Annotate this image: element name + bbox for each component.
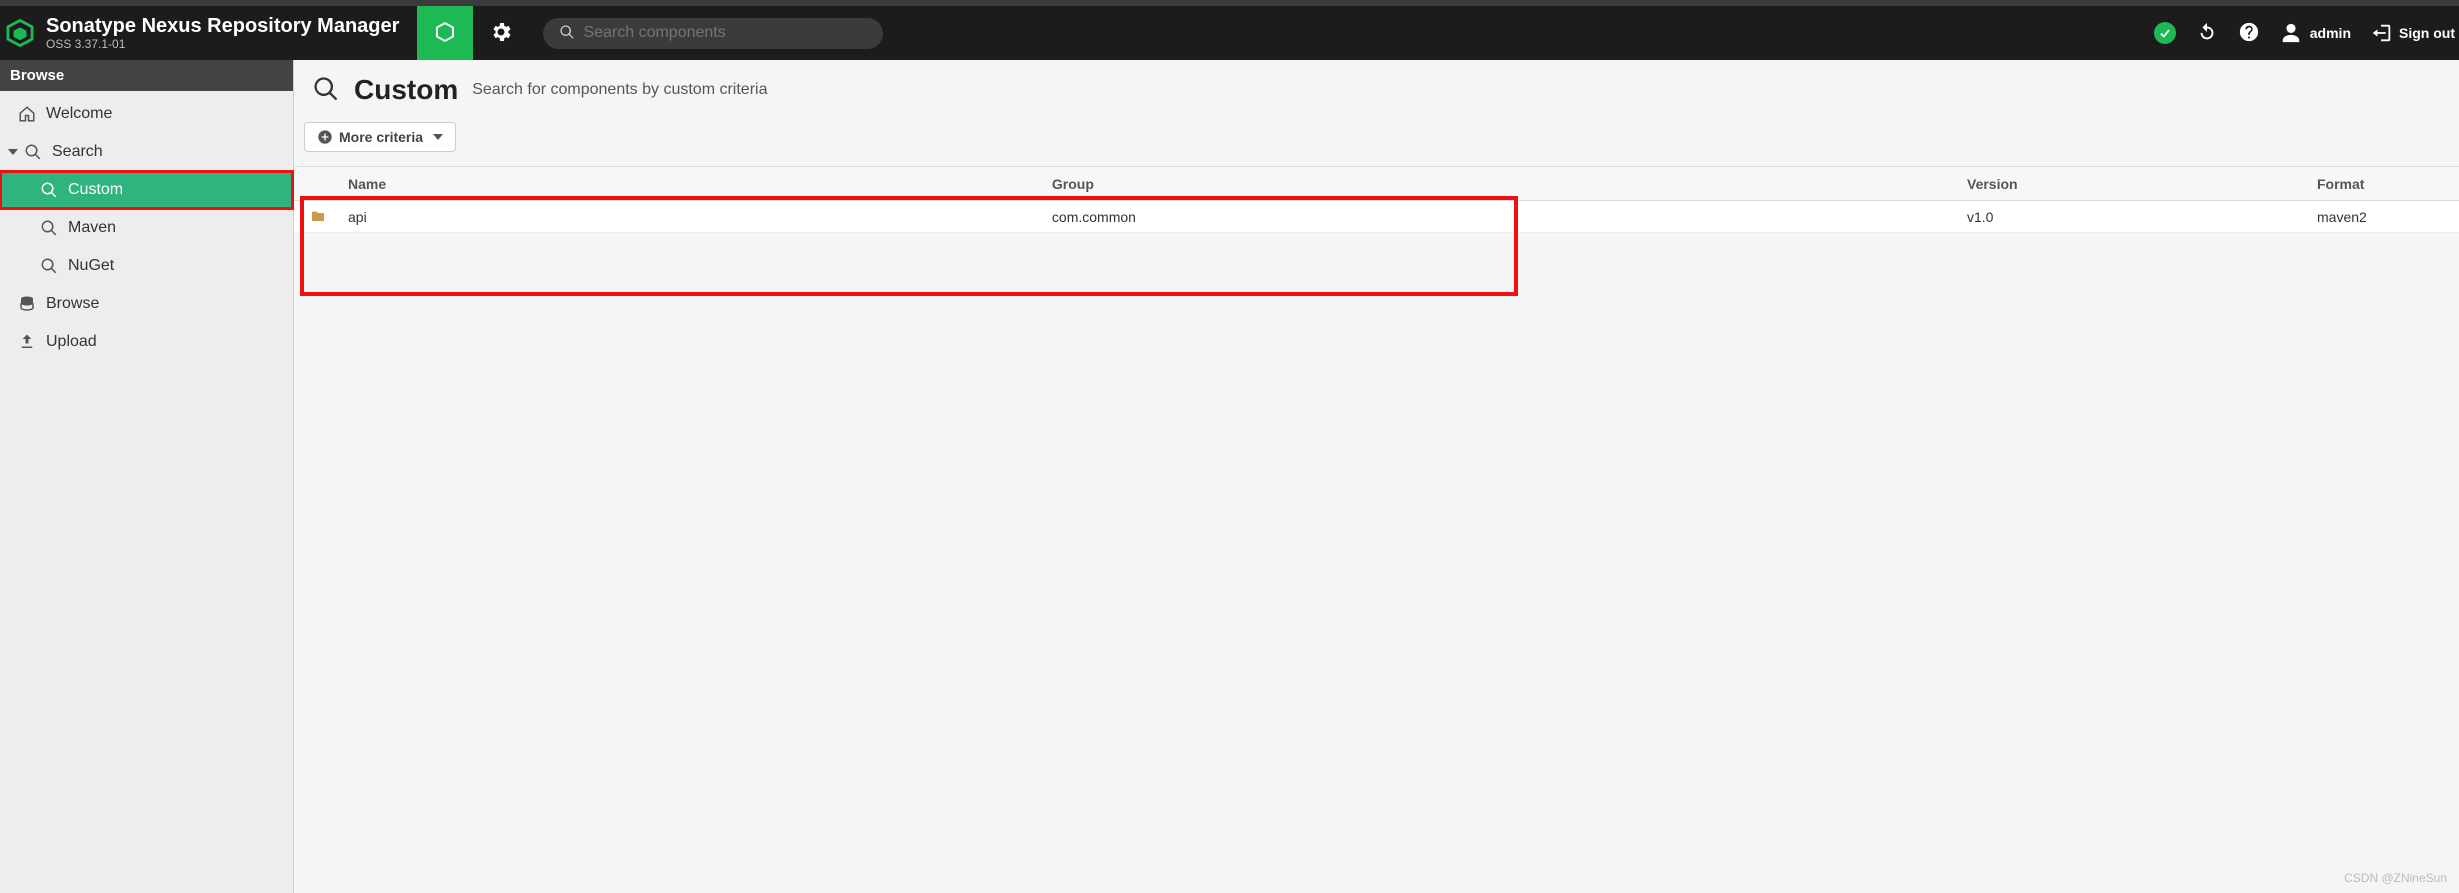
sidebar-item-browse[interactable]: Browse (0, 285, 293, 323)
brand: Sonatype Nexus Repository Manager OSS 3.… (0, 6, 417, 60)
user-menu[interactable]: admin (2280, 22, 2351, 44)
sidebar-item-search[interactable]: Search (0, 133, 293, 171)
gear-icon (489, 20, 513, 47)
more-criteria-button[interactable]: More criteria (304, 122, 456, 152)
database-icon (18, 295, 36, 313)
sidebar-item-custom[interactable]: Custom (0, 171, 293, 209)
cell-group: com.common (1044, 209, 1959, 225)
sidebar-item-label: NuGet (68, 257, 114, 275)
signout-label: Sign out (2399, 25, 2455, 41)
upload-icon (18, 333, 36, 351)
global-search-input[interactable] (583, 24, 867, 42)
user-icon (2280, 22, 2302, 44)
col-name[interactable]: Name (340, 176, 1044, 192)
sidebar-item-maven[interactable]: Maven (0, 209, 293, 247)
search-icon (40, 219, 58, 237)
page-title: Custom (354, 74, 458, 106)
component-icon (294, 209, 340, 225)
sidebar-item-label: Search (52, 143, 103, 161)
sidebar-item-label: Upload (46, 333, 97, 351)
global-search[interactable] (543, 18, 883, 49)
search-icon (312, 75, 340, 106)
cell-format: maven2 (2309, 209, 2459, 225)
app-header: Sonatype Nexus Repository Manager OSS 3.… (0, 0, 2459, 60)
caret-down-icon (8, 149, 18, 155)
sidebar-item-label: Browse (46, 295, 99, 313)
nav-browse-button[interactable] (417, 6, 473, 60)
search-icon (40, 257, 58, 275)
help-button[interactable] (2238, 21, 2260, 46)
results-table: Name Group Version Format api com.common… (294, 166, 2459, 233)
sidebar: Browse Welcome Search Custom Maven (0, 60, 294, 893)
app-title: Sonatype Nexus Repository Manager (46, 15, 399, 38)
plus-circle-icon (317, 129, 333, 145)
watermark: CSDN @ZNineSun (2344, 871, 2447, 885)
nav-admin-button[interactable] (473, 6, 529, 60)
home-icon (18, 105, 36, 123)
cube-icon (433, 20, 457, 47)
sidebar-item-label: Maven (68, 219, 116, 237)
search-icon (559, 24, 575, 43)
sidebar-item-label: Custom (68, 181, 123, 199)
search-icon (40, 181, 58, 199)
table-header: Name Group Version Format (294, 167, 2459, 201)
col-group[interactable]: Group (1044, 176, 1959, 192)
page-header: Custom Search for components by custom c… (294, 74, 2459, 122)
refresh-button[interactable] (2196, 21, 2218, 46)
nexus-logo-icon (6, 19, 34, 47)
app-version: OSS 3.37.1-01 (46, 38, 399, 52)
username-label: admin (2310, 25, 2351, 41)
sidebar-heading: Browse (0, 60, 293, 91)
main-content: Custom Search for components by custom c… (294, 60, 2459, 893)
signout-icon (2371, 22, 2393, 44)
status-ok-icon[interactable] (2154, 22, 2176, 44)
sidebar-item-nuget[interactable]: NuGet (0, 247, 293, 285)
sidebar-nav: Welcome Search Custom Maven NuGet (0, 91, 293, 361)
sidebar-item-upload[interactable]: Upload (0, 323, 293, 361)
caret-down-icon (433, 134, 443, 140)
cell-name: api (340, 209, 1044, 225)
col-format[interactable]: Format (2309, 176, 2459, 192)
col-version[interactable]: Version (1959, 176, 2309, 192)
more-criteria-label: More criteria (339, 129, 423, 145)
cell-version: v1.0 (1959, 209, 2309, 225)
page-subtitle: Search for components by custom criteria (472, 81, 767, 99)
table-row[interactable]: api com.common v1.0 maven2 (294, 201, 2459, 233)
sidebar-item-welcome[interactable]: Welcome (0, 95, 293, 133)
search-icon (24, 143, 42, 161)
sidebar-item-label: Welcome (46, 105, 112, 123)
signout-button[interactable]: Sign out (2371, 22, 2455, 44)
